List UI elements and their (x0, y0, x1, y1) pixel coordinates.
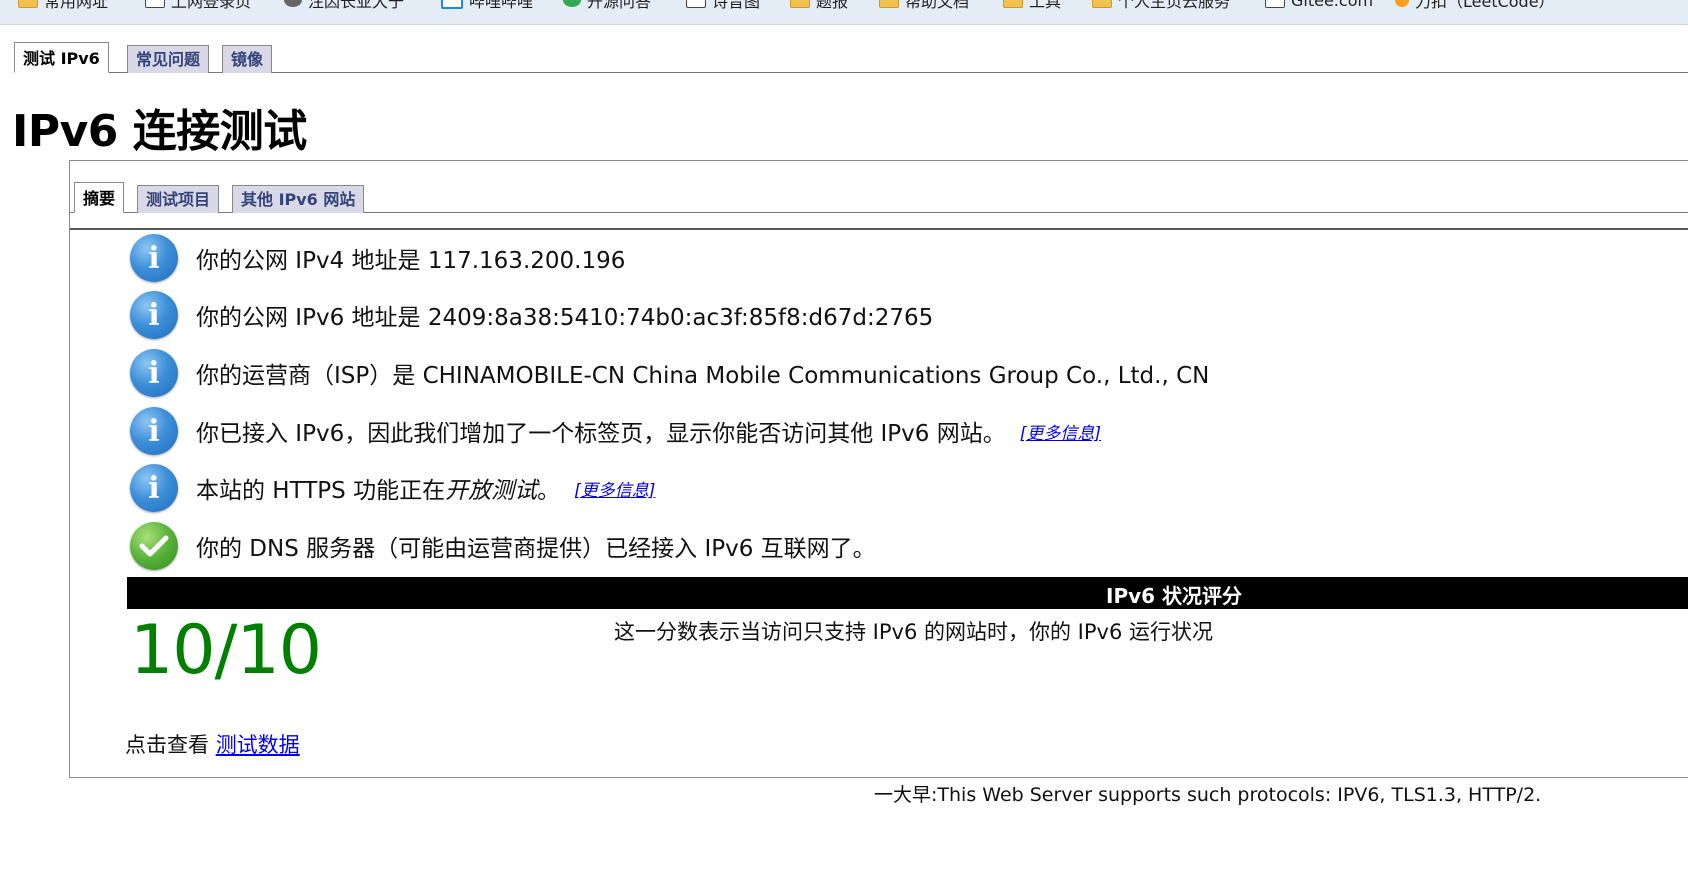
top-tab-bar: 测试 IPv6 常见问题 镜像 (14, 41, 1688, 73)
list-item: i 你的运营商（ISP）是 CHINAMOBILE-CN China Mobil… (130, 348, 1209, 398)
list-item: i 你已接入 IPv6，因此我们增加了一个标签页，显示你能否访问其他 IPv6 … (130, 406, 1101, 456)
more-info-link[interactable]: [更多信息] (574, 476, 655, 501)
tab-mirrors[interactable]: 镜像 (222, 45, 273, 73)
score-header: IPv6 状况评分 (1106, 584, 1243, 608)
isp-text: 你的运营商（ISP）是 CHINAMOBILE-CN China Mobile … (196, 363, 1210, 389)
list-item: i 你的公网 IPv6 地址是 2409:8a38:5410:74b0:ac3f… (130, 290, 933, 340)
list-item: i 你的公网 IPv4 地址是 117.163.200.196 (130, 233, 625, 283)
bookmark-item[interactable]: 诗音图 (686, 0, 760, 12)
folder-icon (1003, 0, 1023, 8)
ipv6-address-text: 你的公网 IPv6 地址是 2409:8a38:5410:74b0:ac3f:8… (196, 305, 934, 331)
info-icon: i (130, 349, 178, 397)
tab-summary[interactable]: 摘要 (74, 182, 125, 213)
tab-test-ipv6[interactable]: 测试 IPv6 (14, 42, 109, 73)
page-icon (1265, 0, 1285, 8)
info-icon: i (130, 464, 178, 512)
bookmark-item[interactable]: Gitee.com (1265, 0, 1373, 12)
bookmark-item[interactable]: 开源问答 (563, 0, 651, 12)
score-description: 这一分数表示当访问只支持 IPv6 的网站时，你的 IPv6 运行状况 (614, 620, 1213, 644)
checkmark-icon (130, 522, 178, 570)
info-icon: i (130, 407, 178, 455)
ipv4-address-text: 你的公网 IPv4 地址是 117.163.200.196 (196, 248, 626, 274)
ipv6-tab-notice-text: 你已接入 IPv6，因此我们增加了一个标签页，显示你能否访问其他 IPv6 网站… (196, 421, 1006, 447)
server-protocol-note: 一大早:This Web Server supports such protoc… (874, 784, 1542, 806)
score-header-bar: IPv6 状况评分 (127, 577, 1688, 609)
bookmark-item[interactable]: 力扣（LeetCode） (1395, 0, 1555, 12)
dns-status-text: 你的 DNS 服务器（可能由运营商提供）已经接入 IPv6 互联网了。 (196, 536, 876, 562)
bookmark-item[interactable]: 常用网址 (18, 0, 108, 12)
folder-icon (1092, 0, 1112, 8)
tab-other-ipv6-sites[interactable]: 其他 IPv6 网站 (232, 185, 365, 213)
bookmark-item[interactable]: 个人主页云服务 (1092, 0, 1230, 12)
info-icon: i (130, 234, 178, 282)
bookmark-item[interactable]: 工具 (1003, 0, 1061, 12)
bookmark-item[interactable]: 注因长亚大于 (284, 0, 404, 12)
page-title: IPv6 连接测试 (12, 106, 307, 157)
sub-tab-bar: 摘要 测试项目 其他 IPv6 网站 (70, 181, 1688, 230)
bilibili-icon (441, 0, 463, 9)
test-data-link[interactable]: 测试数据 (216, 733, 300, 757)
test-data-line: 点击查看 测试数据 (125, 733, 300, 757)
divider (70, 228, 1688, 230)
more-info-link[interactable]: [更多信息] (1020, 419, 1101, 444)
bookmarks-bar: 常用网址 上网登录页 注因长亚大于 哔哩哔哩 开源问答 诗音图 题报 帮助文档 … (0, 0, 1688, 25)
folder-icon (879, 0, 899, 8)
tab-tests[interactable]: 测试项目 (137, 185, 220, 213)
results-panel: 摘要 测试项目 其他 IPv6 网站 i 你的公网 IPv4 地址是 117.1… (69, 160, 1688, 778)
info-icon: i (130, 291, 178, 339)
quill-icon (686, 0, 706, 8)
list-item: i 本站的 HTTPS 功能正在开放测试。 [更多信息] (130, 463, 655, 513)
bookmark-item[interactable]: 上网登录页 (145, 0, 251, 12)
score-value: 10/10 (130, 611, 322, 690)
folder-icon (790, 0, 810, 8)
https-notice-text: 本站的 HTTPS 功能正在开放测试。 (196, 478, 561, 504)
circle-icon (563, 0, 581, 7)
bookmark-item[interactable]: 题报 (790, 0, 848, 12)
tab-faq[interactable]: 常见问题 (127, 45, 210, 73)
globe-icon (284, 0, 302, 7)
page-icon (145, 0, 165, 8)
list-item: 你的 DNS 服务器（可能由运营商提供）已经接入 IPv6 互联网了。 (130, 521, 876, 571)
folder-icon (18, 0, 38, 8)
leetcode-icon (1395, 0, 1409, 7)
bookmark-item[interactable]: 帮助文档 (879, 0, 969, 12)
bookmark-item[interactable]: 哔哩哔哩 (441, 0, 533, 12)
